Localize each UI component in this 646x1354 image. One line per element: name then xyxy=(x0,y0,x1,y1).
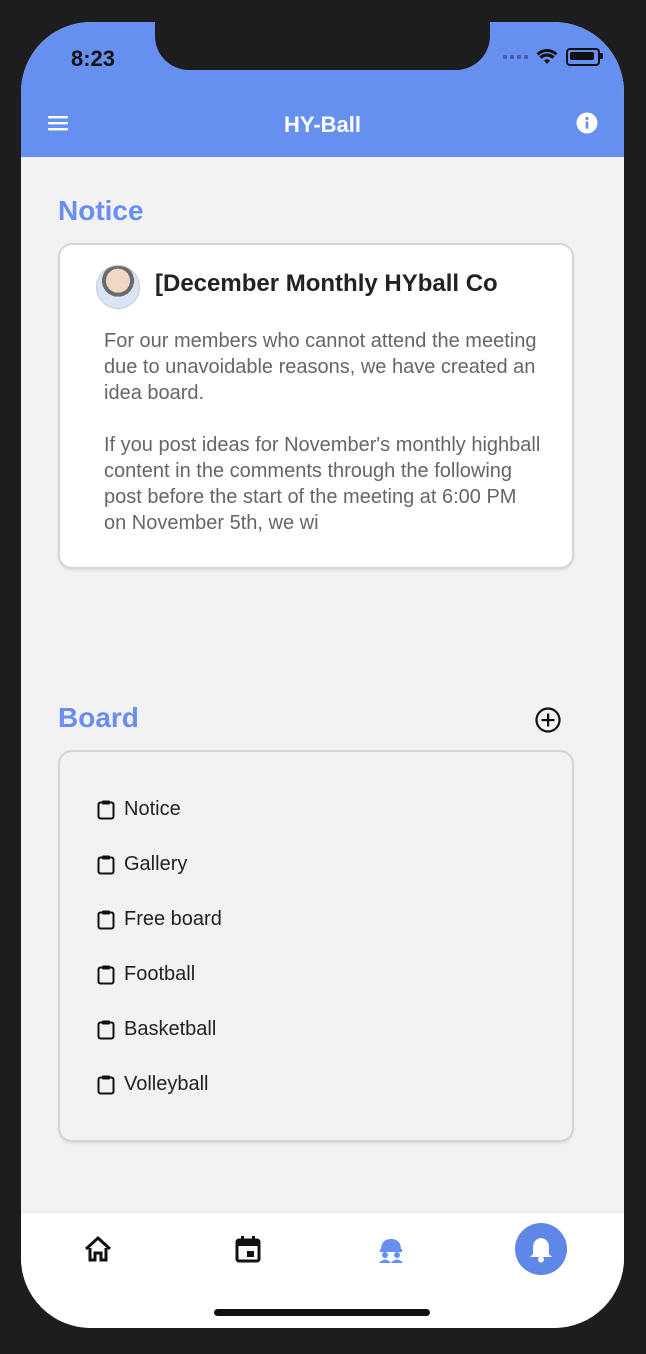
status-time: 8:23 xyxy=(71,46,116,71)
bell-icon xyxy=(530,1238,552,1263)
board-item-label: Volleyball xyxy=(124,1073,209,1095)
notification-button[interactable] xyxy=(515,1223,567,1275)
clipboard-icon xyxy=(97,1075,115,1094)
home-indicator xyxy=(214,1309,430,1316)
notice-body: For our members who cannot attend the me… xyxy=(104,330,541,534)
home-icon[interactable] xyxy=(82,1233,114,1265)
notice-title: [December Monthly HYball Co xyxy=(155,270,498,297)
add-board-icon[interactable] xyxy=(535,707,561,733)
screen: 8:23 HY-Ball Notice [December Monthly HY… xyxy=(21,22,624,1328)
calendar-icon[interactable] xyxy=(232,1233,264,1265)
board-item-basketball[interactable]: Basketball xyxy=(97,1018,216,1041)
clipboard-icon xyxy=(97,855,115,874)
signal-icon xyxy=(503,55,528,59)
board-item-football[interactable]: Football xyxy=(97,963,195,986)
clipboard-icon xyxy=(97,1020,115,1039)
clipboard-icon xyxy=(97,910,115,929)
board-item-label: Basketball xyxy=(124,1018,217,1040)
board-item-notice[interactable]: Notice xyxy=(97,798,181,821)
board-item-label: Gallery xyxy=(124,853,188,875)
board-section-title: Board xyxy=(58,702,139,733)
board-item-label: Football xyxy=(124,963,196,985)
device-frame: 8:23 HY-Ball Notice [December Monthly HY… xyxy=(0,0,646,1354)
board-item-label: Notice xyxy=(124,798,181,820)
device-notch xyxy=(155,22,490,70)
status-icons xyxy=(503,48,603,66)
info-icon[interactable] xyxy=(576,112,598,134)
battery-icon xyxy=(566,48,603,66)
app-title: HY-Ball xyxy=(283,112,362,137)
board-item-label: Free board xyxy=(124,908,222,930)
notice-section-title: Notice xyxy=(58,195,144,226)
wifi-icon xyxy=(536,49,558,64)
board-list: Notice Gallery Free board Football Baske… xyxy=(58,750,574,1142)
board-item-volleyball[interactable]: Volleyball xyxy=(97,1073,209,1096)
clipboard-icon xyxy=(97,965,115,984)
app-bar: HY-Ball xyxy=(21,94,624,157)
clipboard-icon xyxy=(97,800,115,819)
avatar xyxy=(96,265,140,309)
notice-card[interactable]: [December Monthly HYball Co For our memb… xyxy=(58,243,574,569)
community-icon[interactable] xyxy=(375,1233,407,1265)
board-item-free-board[interactable]: Free board xyxy=(97,908,222,931)
board-item-gallery[interactable]: Gallery xyxy=(97,853,187,876)
